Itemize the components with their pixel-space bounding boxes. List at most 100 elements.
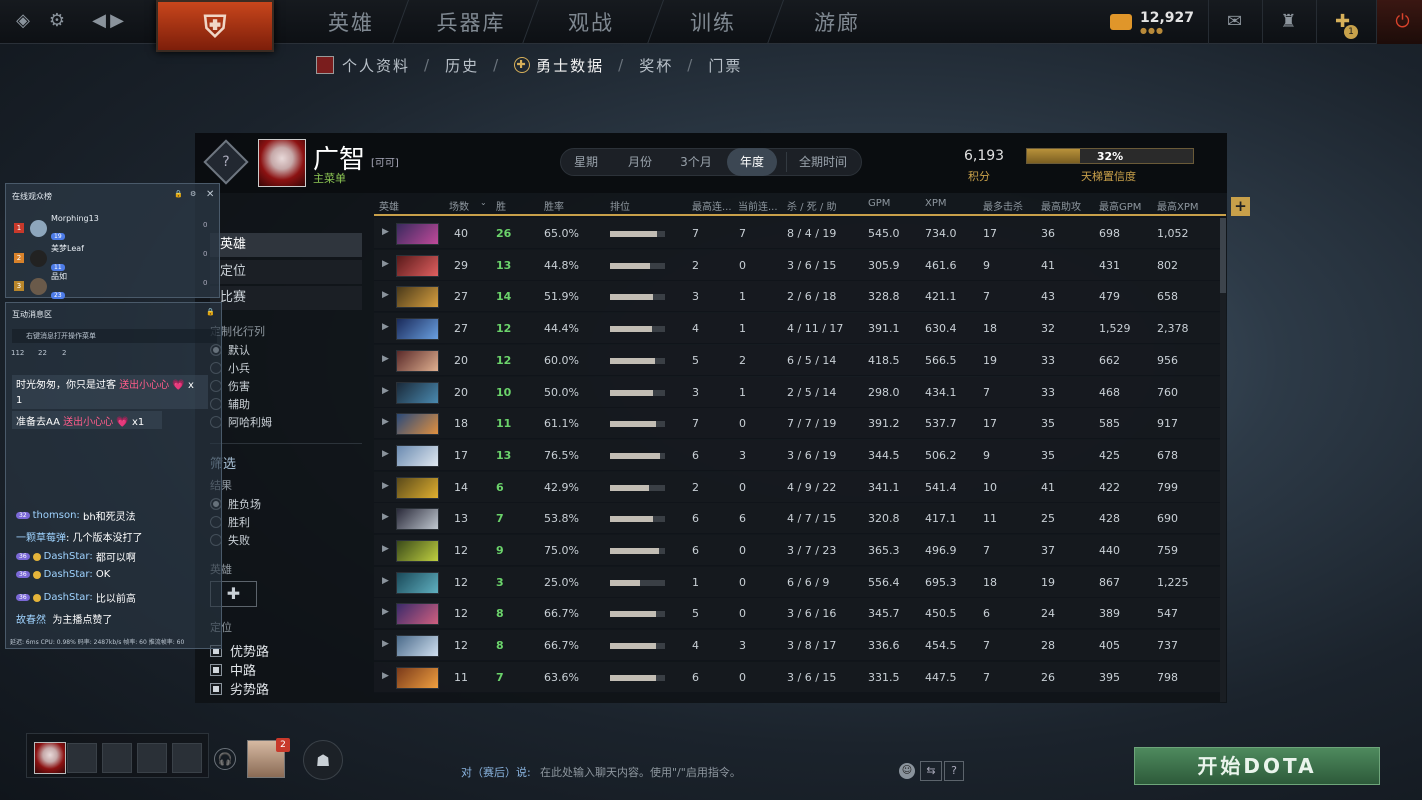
sort-chevron-down-icon[interactable]: ⌄ bbox=[480, 198, 487, 207]
table-row[interactable]: ▶ 20 12 60.0% 5 2 6 / 5 / 14 418.5 566.5 19 33 662 9… bbox=[374, 344, 1221, 376]
subnav-profile[interactable]: 个人资料 bbox=[342, 55, 410, 76]
expand-row-icon[interactable]: ▶ bbox=[382, 417, 389, 427]
table-row[interactable]: ▶ 13 7 53.8% 6 6 4 / 7 / 15 320.8 417.1 11 25 428 69… bbox=[374, 503, 1221, 535]
lock-icon[interactable]: 🔒 bbox=[174, 190, 183, 198]
expand-row-icon[interactable]: ▶ bbox=[382, 544, 389, 554]
checkbox-off-lane[interactable]: 劣势路 bbox=[210, 679, 269, 698]
table-row[interactable]: ▶ 27 12 44.4% 4 1 4 / 11 / 17 391.1 630.4 18 32 1,5… bbox=[374, 313, 1221, 345]
viewer-row[interactable]: 3 品如 23 bbox=[14, 271, 68, 301]
expand-row-icon[interactable]: ▶ bbox=[382, 290, 389, 300]
quests-icon[interactable]: ✚ bbox=[1316, 0, 1368, 44]
settings-icon[interactable]: ⚙ bbox=[190, 190, 196, 198]
party-slot[interactable] bbox=[137, 743, 167, 773]
expand-row-icon[interactable]: ▶ bbox=[382, 227, 389, 237]
headset-icon[interactable]: 🎧 bbox=[214, 748, 236, 770]
power-icon[interactable]: ⏻ bbox=[1376, 0, 1422, 44]
subnav-tickets[interactable]: 门票 bbox=[708, 55, 742, 76]
nav-learn[interactable]: 训练 bbox=[658, 8, 768, 38]
player-avatar[interactable] bbox=[258, 139, 306, 187]
chat-channel-label[interactable]: 对（赛后）说: bbox=[461, 764, 531, 780]
period-month[interactable]: 月份 bbox=[620, 148, 660, 176]
expand-row-icon[interactable]: ▶ bbox=[382, 449, 389, 459]
expand-row-icon[interactable]: ▶ bbox=[382, 481, 389, 491]
help-icon[interactable]: ? bbox=[944, 761, 964, 781]
expand-row-icon[interactable]: ▶ bbox=[382, 386, 389, 396]
hero-portrait[interactable] bbox=[396, 603, 439, 626]
hero-portrait[interactable] bbox=[396, 666, 439, 689]
col-max-streak[interactable]: 最高连... bbox=[692, 198, 732, 213]
shards-count[interactable]: 12,927 bbox=[1140, 10, 1194, 26]
col-max-assists[interactable]: 最高助攻 bbox=[1041, 198, 1081, 213]
hero-portrait[interactable] bbox=[396, 254, 439, 277]
col-hero[interactable]: 英雄 bbox=[379, 198, 399, 213]
col-max-kills[interactable]: 最多击杀 bbox=[983, 198, 1023, 213]
hero-portrait[interactable] bbox=[396, 413, 439, 436]
table-row[interactable]: ▶ 20 10 50.0% 3 1 2 / 5 / 14 298.0 434.1 7 33 468 76… bbox=[374, 376, 1221, 408]
lock-icon[interactable]: 🔒 bbox=[206, 308, 215, 316]
hero-portrait[interactable] bbox=[396, 444, 439, 467]
hero-portrait[interactable] bbox=[396, 635, 439, 658]
nav-watch[interactable]: 观战 bbox=[536, 8, 646, 38]
col-xpm[interactable]: XPM bbox=[925, 198, 947, 209]
nav-arcade[interactable]: 游廊 bbox=[782, 8, 892, 38]
chat-input[interactable]: 在此处输入聊天内容。使用"/"启用指令。 bbox=[540, 764, 890, 780]
filter-tab-hero[interactable]: 英雄 bbox=[210, 233, 362, 257]
expand-row-icon[interactable]: ▶ bbox=[382, 354, 389, 364]
settings-gear-icon[interactable]: ⚙ bbox=[46, 10, 68, 32]
viewer-row[interactable]: 1 Morphing13 19 bbox=[14, 214, 99, 242]
hero-portrait[interactable] bbox=[396, 508, 439, 531]
expand-row-icon[interactable]: ▶ bbox=[382, 639, 389, 649]
col-kda[interactable]: 杀 / 死 / 助 bbox=[787, 198, 836, 213]
col-games[interactable]: 场数 bbox=[449, 198, 469, 213]
expand-row-icon[interactable]: ▶ bbox=[382, 576, 389, 586]
col-max-gpm[interactable]: 最高GPM bbox=[1099, 198, 1141, 213]
filter-tab-role[interactable]: 定位 bbox=[210, 260, 362, 284]
viewer-row[interactable]: 2 美梦Leaf 11 bbox=[14, 243, 84, 273]
chat-wheel-icon[interactable]: ⇆ bbox=[920, 761, 942, 781]
home-logo-button[interactable]: ⛨ bbox=[156, 0, 274, 52]
friends-list-icon[interactable]: ☗ bbox=[303, 740, 343, 780]
table-row[interactable]: ▶ 29 13 44.8% 2 0 3 / 6 / 15 305.9 461.6 9 41 431 80… bbox=[374, 249, 1221, 281]
play-dota-button[interactable]: 开始DOTA bbox=[1134, 747, 1380, 785]
table-row[interactable]: ▶ 11 7 63.6% 6 0 3 / 6 / 15 331.5 447.5 7 26 395 798 bbox=[374, 661, 1221, 693]
nav-heroes[interactable]: 英雄 bbox=[296, 8, 406, 38]
add-column-button[interactable]: + bbox=[1231, 197, 1250, 216]
table-row[interactable]: ▶ 18 11 61.1% 7 0 7 / 7 / 19 391.2 537.7 17 35 585 9… bbox=[374, 408, 1221, 440]
hero-portrait[interactable] bbox=[396, 349, 439, 372]
hero-portrait[interactable] bbox=[396, 318, 439, 341]
col-max-xpm[interactable]: 最高XPM bbox=[1157, 198, 1199, 213]
period-3months[interactable]: 3个月 bbox=[672, 148, 720, 176]
my-party-avatar[interactable] bbox=[34, 742, 66, 774]
expand-row-icon[interactable]: ▶ bbox=[382, 671, 389, 681]
hero-portrait[interactable] bbox=[396, 571, 439, 594]
close-icon[interactable]: ✕ bbox=[206, 189, 214, 200]
table-scrollbar-thumb[interactable] bbox=[1220, 218, 1226, 293]
expand-row-icon[interactable]: ▶ bbox=[382, 259, 389, 269]
col-gpm[interactable]: GPM bbox=[868, 198, 890, 209]
hero-portrait[interactable] bbox=[396, 381, 439, 404]
mail-icon[interactable]: ✉ bbox=[1208, 0, 1260, 44]
forward-arrow-icon[interactable]: ▶ bbox=[106, 10, 128, 32]
party-slot[interactable] bbox=[102, 743, 132, 773]
dota-logo-icon[interactable]: ◈ bbox=[12, 10, 34, 32]
hero-portrait[interactable] bbox=[396, 476, 439, 499]
nav-armory[interactable]: 兵器库 bbox=[416, 8, 526, 38]
table-row[interactable]: ▶ 27 14 51.9% 3 1 2 / 6 / 18 328.8 421.1 7 43 479 65… bbox=[374, 281, 1221, 313]
table-row[interactable]: ▶ 14 6 42.9% 2 0 4 / 9 / 22 341.1 541.4 10 41 422 79… bbox=[374, 471, 1221, 503]
table-row[interactable]: ▶ 12 8 66.7% 5 0 3 / 6 / 16 345.7 450.5 6 24 389 547 bbox=[374, 598, 1221, 630]
col-current-streak[interactable]: 当前连... bbox=[738, 198, 778, 213]
subnav-trophies[interactable]: 奖杯 bbox=[639, 55, 673, 76]
table-row[interactable]: ▶ 12 8 66.7% 4 3 3 / 8 / 17 336.6 454.5 7 28 405 737 bbox=[374, 630, 1221, 662]
expand-row-icon[interactable]: ▶ bbox=[382, 607, 389, 617]
checkbox-mid-lane[interactable]: 中路 bbox=[210, 660, 256, 679]
filter-tab-match[interactable]: 比赛 bbox=[210, 286, 362, 310]
period-week[interactable]: 星期 bbox=[566, 148, 606, 176]
subnav-history[interactable]: 历史 bbox=[445, 55, 479, 76]
party-slot[interactable] bbox=[67, 743, 97, 773]
hero-portrait[interactable] bbox=[396, 223, 439, 245]
period-year[interactable]: 年度 bbox=[727, 148, 777, 176]
col-wins[interactable]: 胜 bbox=[496, 198, 506, 213]
emoji-icon[interactable]: ☺ bbox=[899, 763, 915, 779]
table-row[interactable]: ▶ 40 26 65.0% 7 7 8 / 4 / 19 545.0 734.0 17 36 698 1… bbox=[374, 218, 1221, 249]
expand-row-icon[interactable]: ▶ bbox=[382, 512, 389, 522]
